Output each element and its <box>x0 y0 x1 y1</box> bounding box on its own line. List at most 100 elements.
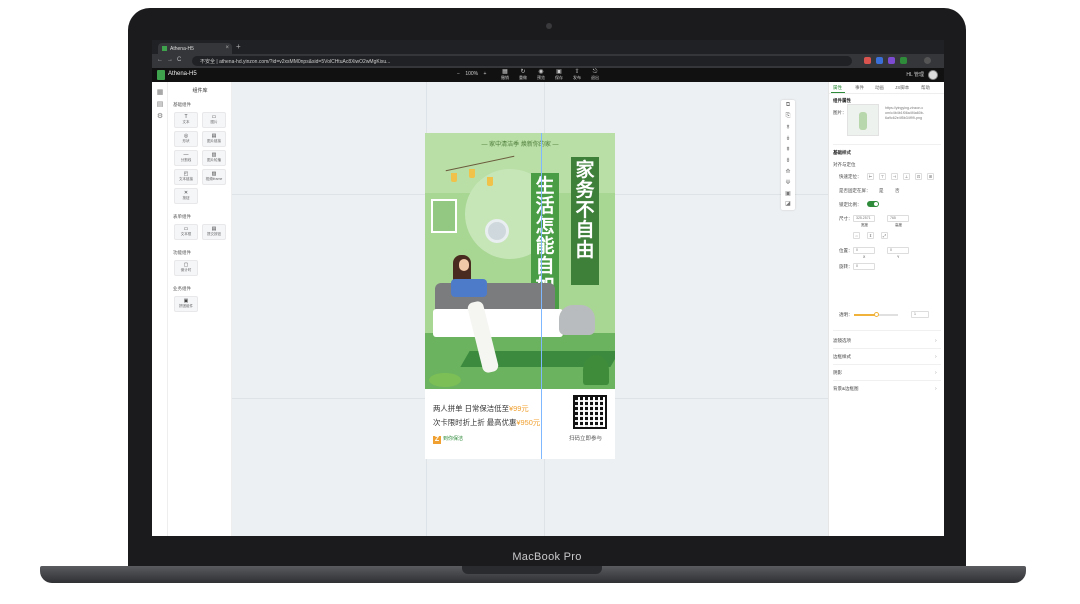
section-background[interactable]: 背景&边框图 <box>833 386 859 392</box>
components-icon[interactable]: ▦ <box>156 88 164 96</box>
reload-icon[interactable]: C <box>177 57 181 63</box>
extension-icon[interactable] <box>900 57 907 64</box>
bring-to-front-icon[interactable]: ⇞ <box>784 146 792 153</box>
component-image[interactable]: ▭ 图片 <box>202 112 226 128</box>
settings-icon[interactable]: ⚙ <box>156 112 164 120</box>
qr-code-pattern <box>575 397 605 427</box>
qr-caption[interactable]: 扫码立即参与 <box>569 434 602 442</box>
chevron-right-icon[interactable]: › <box>935 386 937 392</box>
component-image-link[interactable]: ▤ 图片链接 <box>202 131 226 147</box>
toolbar-save-button[interactable]: ▣ 保存 <box>550 69 568 80</box>
position-label: 位置： <box>839 248 853 253</box>
extension-icon[interactable] <box>888 57 895 64</box>
send-backward-icon[interactable]: ↡ <box>784 135 792 142</box>
component-countdown[interactable]: ▢ 倒计时 <box>174 260 198 276</box>
opacity-slider[interactable] <box>854 312 898 317</box>
headline-right[interactable]: 家 务 不 自 由 <box>571 157 599 285</box>
position-x-input[interactable]: 0 <box>853 247 875 254</box>
pages-icon[interactable]: ▤ <box>156 100 164 108</box>
width-input[interactable]: 325.2571 <box>853 215 875 222</box>
paste-icon[interactable]: ⎘ <box>784 113 792 120</box>
image-url[interactable]: https://yingying.zinzon.com/c4b4b1f06a4f… <box>885 106 925 121</box>
fixed-yes-option[interactable]: 是 <box>879 188 884 194</box>
brand-logo-icon: Z <box>433 436 441 444</box>
mirror-icon <box>485 219 509 243</box>
align-left-icon[interactable]: ⊢ <box>867 173 874 180</box>
forward-icon[interactable]: → <box>167 57 173 63</box>
chair <box>559 305 595 335</box>
poster-slogan[interactable]: — 家中清洁季 焕新你的家 — <box>425 139 615 148</box>
height-input[interactable]: 765 <box>887 215 909 222</box>
bring-forward-icon[interactable]: ↟ <box>784 124 792 131</box>
zoom-out-button[interactable]: − <box>457 71 460 77</box>
component-carousel[interactable]: ▥ 图片轮播 <box>202 150 226 166</box>
opacity-slider-knob[interactable] <box>874 312 879 317</box>
component-text[interactable]: T 文本 <box>174 112 198 128</box>
component-text-link[interactable]: ◰ 文本链接 <box>174 169 198 185</box>
tab-animation[interactable]: 动画 <box>875 85 884 91</box>
profile-icon[interactable] <box>924 57 931 64</box>
group-icon[interactable]: ▣ <box>784 190 792 197</box>
component-shape[interactable]: ◎ 形状 <box>174 131 198 147</box>
chevron-right-icon[interactable]: › <box>935 370 937 376</box>
avatar[interactable] <box>928 70 938 80</box>
fixed-screen-label: 是否固定在屏： <box>839 188 871 193</box>
component-button[interactable]: ✕ 按钮 <box>174 188 198 204</box>
close-tab-icon[interactable]: × <box>225 45 229 51</box>
app-title: Athena-H5 <box>168 71 197 77</box>
tab-js-script[interactable]: JS脚本 <box>895 85 909 91</box>
component-divider[interactable]: — 分割线 <box>174 150 198 166</box>
toolbar-undo-button[interactable]: ▦ 撤销 <box>496 69 514 80</box>
fixed-no-option[interactable]: 否 <box>895 188 900 194</box>
chevron-right-icon[interactable]: › <box>935 338 937 344</box>
toolbar-preview-button[interactable]: ◉ 预览 <box>532 69 550 80</box>
component-textbox[interactable]: ▭ 文本框 <box>174 224 198 240</box>
rotation-input[interactable]: 0 <box>853 263 875 270</box>
promo-line-2[interactable]: 次卡限时折上折 最高优惠¥950元 <box>433 417 540 428</box>
fit-both-icon[interactable]: ⤢ <box>881 232 888 239</box>
opacity-input[interactable]: 1 <box>911 311 929 318</box>
align-middle-icon[interactable]: ⊞ <box>927 173 934 180</box>
fit-height-icon[interactable]: ⇕ <box>867 232 874 239</box>
layer-icon[interactable]: ◪ <box>784 200 792 207</box>
section-border[interactable]: 边框样式 <box>833 354 851 360</box>
chevron-right-icon[interactable]: › <box>935 354 937 360</box>
new-tab-button[interactable]: + <box>236 42 241 51</box>
toolbar-publish-button[interactable]: ⇧ 发布 <box>568 69 586 80</box>
zoom-in-button[interactable]: + <box>484 71 487 77</box>
lock-ratio-toggle[interactable] <box>867 201 879 207</box>
section-filter[interactable]: 滤镜选项 <box>833 338 851 344</box>
send-to-back-icon[interactable]: ⇟ <box>784 157 792 164</box>
component-submit[interactable]: ▤ 提交按钮 <box>202 224 226 240</box>
plant-icon <box>583 355 609 385</box>
copy-icon[interactable]: ⧉ <box>784 102 792 109</box>
extension-icon[interactable] <box>876 57 883 64</box>
component-video[interactable]: ▨ 视频iframe <box>202 169 226 185</box>
promo-line-1[interactable]: 两人拼单 日常保洁低至¥99元 <box>433 403 529 414</box>
align-right-icon[interactable]: ⊣ <box>891 173 898 180</box>
align-center-icon[interactable]: ⊡ <box>915 173 922 180</box>
poster-canvas-page[interactable]: — 家中清洁季 焕新你的家 — 家 务 不 自 由 生 活 怎 能 自 如 <box>425 133 615 459</box>
tab-events[interactable]: 事件 <box>855 85 864 91</box>
section-shadow[interactable]: 阴影 <box>833 370 842 376</box>
properties-tabs: 属性 事件 动画 JS脚本 帮助 <box>829 82 944 94</box>
align-bottom-icon[interactable]: ⟱ <box>784 179 792 186</box>
toolbar-exit-button[interactable]: ⎋ 退出 <box>586 69 604 80</box>
lamp-icon <box>487 177 493 186</box>
align-bottom-icon[interactable]: ⊥ <box>903 173 910 180</box>
align-section-title[interactable]: 对齐与定位 <box>833 162 856 168</box>
align-top-icon[interactable]: ⊤ <box>879 173 886 180</box>
extension-icon[interactable] <box>864 57 871 64</box>
tab-attributes[interactable]: 属性 <box>833 85 842 91</box>
laptop-notch <box>462 566 602 574</box>
align-top-icon[interactable]: ⟰ <box>784 168 792 175</box>
toolbar-redo-button[interactable]: ↻ 重做 <box>514 69 532 80</box>
tab-help[interactable]: 帮助 <box>921 85 930 91</box>
browser-tab[interactable]: Athena-H5 × <box>158 43 232 54</box>
user-name[interactable]: HL 管理 <box>906 71 924 78</box>
fit-width-icon[interactable]: ⇔ <box>853 232 860 239</box>
component-group-buy[interactable]: ▣ 拼团组件 <box>174 296 198 312</box>
position-y-input[interactable]: 0 <box>887 247 909 254</box>
url-field[interactable]: 不安全 | athena-hd.yinzon.com/?id=v2xsMM0np… <box>192 56 852 66</box>
back-icon[interactable]: ← <box>157 57 163 63</box>
